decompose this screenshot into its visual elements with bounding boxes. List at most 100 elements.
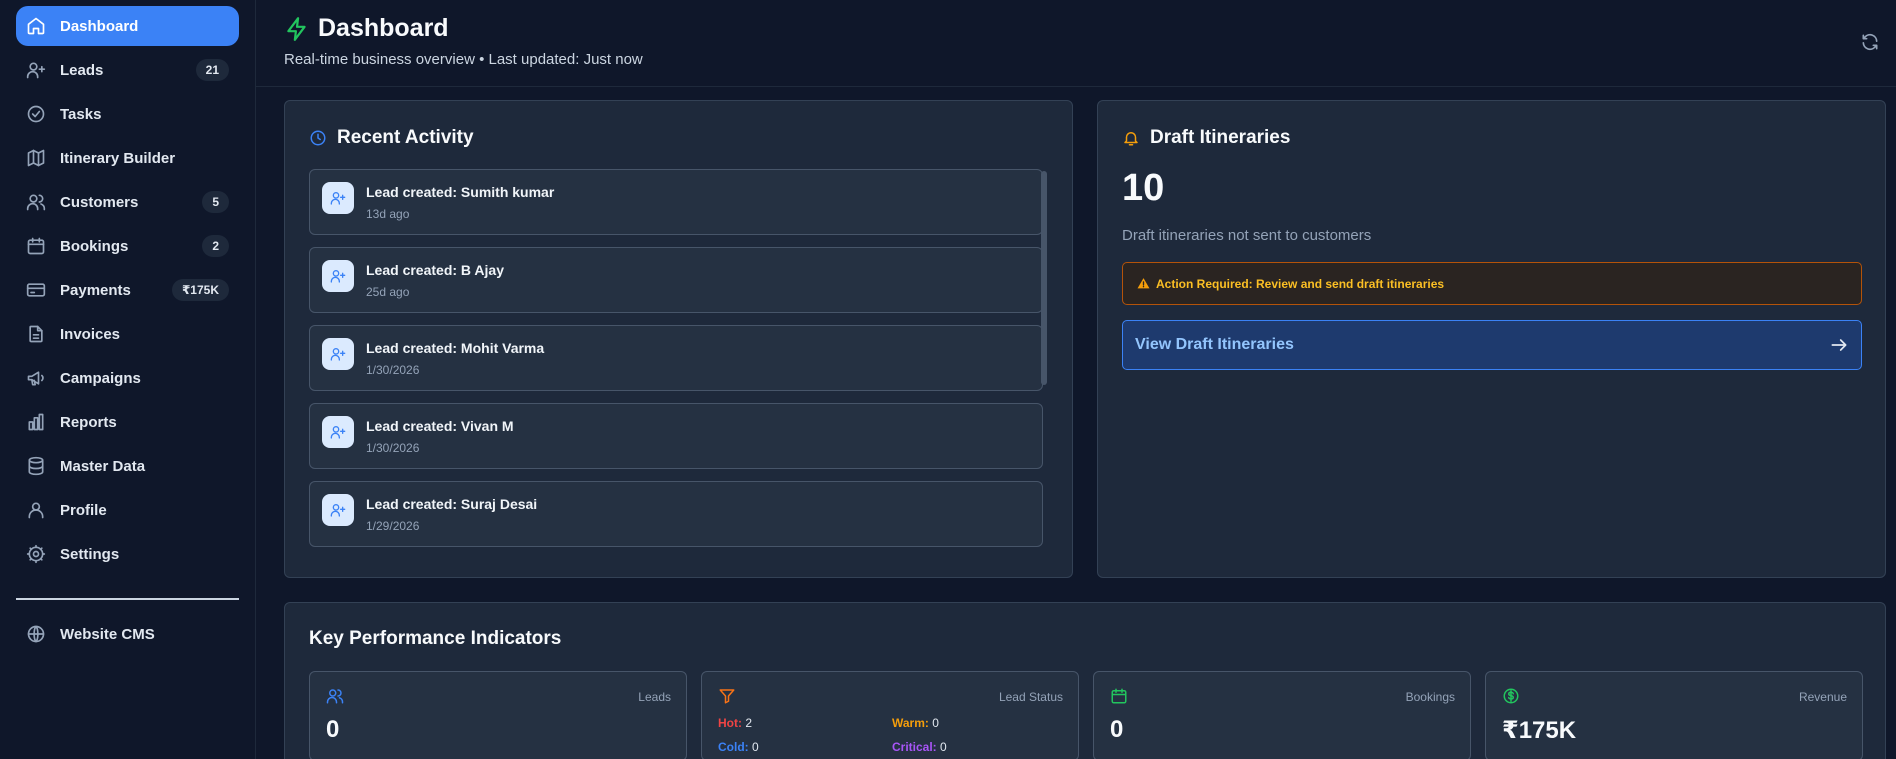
activity-title: Lead created: B Ajay	[366, 262, 504, 278]
sidebar-item-tasks[interactable]: Tasks	[16, 94, 239, 134]
sidebar-item-payments[interactable]: Payments ₹175K	[16, 270, 239, 310]
refresh-icon[interactable]	[1860, 32, 1880, 52]
kpi-label: Lead Status	[998, 690, 1063, 704]
status-warm-value: 0	[932, 716, 939, 730]
database-icon	[26, 456, 46, 476]
activity-item[interactable]: Lead created: B Ajay 25d ago	[309, 247, 1043, 313]
page-subtitle: Real-time business overview • Last updat…	[284, 51, 643, 68]
status-cold-label: Cold:	[718, 740, 749, 754]
kpi-card-lead-status[interactable]: Lead Status Hot: 2 Warm: 0 Cold: 0 Criti…	[701, 671, 1079, 759]
panel-title: Recent Activity	[309, 127, 474, 149]
activity-title: Lead created: Mohit Varma	[366, 340, 545, 356]
activity-time: 1/30/2026	[366, 363, 420, 377]
scrollbar[interactable]	[1041, 171, 1047, 385]
clock-icon	[309, 129, 327, 147]
filter-icon	[718, 687, 736, 705]
activity-title: Lead created: Suraj Desai	[366, 496, 538, 512]
sidebar-item-label: Reports	[60, 413, 117, 431]
user-plus-icon	[322, 260, 354, 292]
users-icon	[326, 687, 344, 705]
sidebar-divider	[16, 598, 239, 600]
sidebar-item-campaigns[interactable]: Campaigns	[16, 358, 239, 398]
sidebar-item-label: Campaigns	[60, 369, 141, 387]
activity-time: 25d ago	[366, 285, 410, 299]
kpi-value: 0	[326, 716, 340, 743]
activity-item[interactable]: Lead created: Mohit Varma 1/30/2026	[309, 325, 1043, 391]
sidebar-item-label: Invoices	[60, 325, 121, 343]
sidebar-item-settings[interactable]: Settings	[16, 534, 239, 574]
page-title: Dashboard	[284, 14, 449, 43]
kpi-card-leads[interactable]: Leads 0	[309, 671, 687, 759]
activity-time: 13d ago	[366, 207, 410, 221]
sidebar-item-label: Profile	[60, 501, 107, 519]
bell-icon	[1122, 129, 1140, 147]
sidebar-item-master-data[interactable]: Master Data	[16, 446, 239, 486]
activity-item[interactable]: Lead created: Sumith kumar 13d ago	[309, 169, 1043, 235]
status-critical: Critical: 0	[892, 740, 947, 754]
status-hot: Hot: 2	[718, 716, 752, 730]
sidebar-item-bookings[interactable]: Bookings 2	[16, 226, 239, 266]
page-title-text: Dashboard	[318, 14, 449, 42]
sidebar-item-reports[interactable]: Reports	[16, 402, 239, 442]
panel-title-text: Recent Activity	[337, 127, 474, 148]
sidebar-item-label: Tasks	[60, 105, 102, 123]
activity-item[interactable]: Lead created: Suraj Desai 1/29/2026	[309, 481, 1043, 547]
recent-activity-panel: Recent Activity Lead created: Sumith kum…	[284, 100, 1073, 578]
user-icon	[26, 500, 46, 520]
gear-icon	[26, 544, 46, 564]
credit-card-icon	[26, 280, 46, 300]
sidebar-item-dashboard[interactable]: Dashboard	[16, 6, 239, 46]
megaphone-icon	[26, 368, 46, 388]
button-label: View Draft Itineraries	[1135, 336, 1294, 353]
sidebar-item-label: Leads	[60, 61, 104, 79]
kpi-card-revenue[interactable]: Revenue ₹175K	[1485, 671, 1863, 759]
sidebar-item-leads[interactable]: Leads 21	[16, 50, 239, 90]
panel-title-text: Key Performance Indicators	[309, 628, 562, 649]
activity-list: Lead created: Sumith kumar 13d ago Lead …	[309, 169, 1043, 559]
users-icon	[26, 192, 46, 212]
user-plus-icon	[322, 416, 354, 448]
activity-item[interactable]: Lead created: Vivan M 1/30/2026	[309, 403, 1043, 469]
home-icon	[26, 16, 46, 36]
view-draft-itineraries-button[interactable]: View Draft Itineraries	[1122, 320, 1862, 370]
calendar-icon	[1110, 687, 1128, 705]
sidebar-item-profile[interactable]: Profile	[16, 490, 239, 530]
activity-time: 1/29/2026	[366, 519, 420, 533]
kpi-card-bookings[interactable]: Bookings 0	[1093, 671, 1471, 759]
status-hot-value: 2	[745, 716, 753, 730]
alert-text: Action Required: Review and send draft i…	[1156, 276, 1445, 291]
count-badge: 5	[202, 191, 229, 213]
sidebar-item-label: Website CMS	[60, 625, 155, 643]
kpi-label: Leads	[638, 690, 671, 704]
sidebar: Dashboard Leads 21 Tasks Itinerary Build…	[0, 0, 256, 759]
panel-title-text: Draft Itineraries	[1150, 127, 1291, 148]
draft-count: 10	[1122, 167, 1165, 209]
status-cold: Cold: 0	[718, 740, 759, 754]
globe-icon	[26, 624, 46, 644]
sidebar-item-label: Dashboard	[60, 17, 139, 35]
status-critical-label: Critical:	[892, 740, 937, 754]
sidebar-item-label: Itinerary Builder	[60, 149, 176, 167]
status-warm: Warm: 0	[892, 716, 939, 730]
sidebar-item-itinerary-builder[interactable]: Itinerary Builder	[16, 138, 239, 178]
kpi-label: Revenue	[1798, 690, 1847, 704]
amount-badge: ₹175K	[171, 279, 229, 301]
kpi-label: Bookings	[1405, 690, 1455, 704]
sidebar-item-label: Customers	[60, 193, 139, 211]
sidebar-item-website-cms[interactable]: Website CMS	[16, 614, 239, 654]
status-hot-label: Hot:	[718, 716, 742, 730]
draft-itineraries-panel: Draft Itineraries 10 Draft itineraries n…	[1097, 100, 1886, 578]
user-plus-icon	[322, 338, 354, 370]
sidebar-item-label: Payments	[60, 281, 131, 299]
sidebar-item-invoices[interactable]: Invoices	[16, 314, 239, 354]
map-icon	[26, 148, 46, 168]
kpi-panel: Key Performance Indicators Leads 0 Lead …	[284, 602, 1886, 759]
page-header: Dashboard Real-time business overview • …	[256, 0, 1896, 87]
sidebar-item-customers[interactable]: Customers 5	[16, 182, 239, 222]
arrow-right-icon	[1829, 335, 1849, 355]
kpi-value: ₹175K	[1502, 717, 1577, 744]
panel-title: Draft Itineraries	[1122, 127, 1290, 149]
sidebar-item-label: Bookings	[60, 237, 129, 255]
sidebar-item-label: Master Data	[60, 457, 146, 475]
status-critical-value: 0	[940, 740, 947, 754]
